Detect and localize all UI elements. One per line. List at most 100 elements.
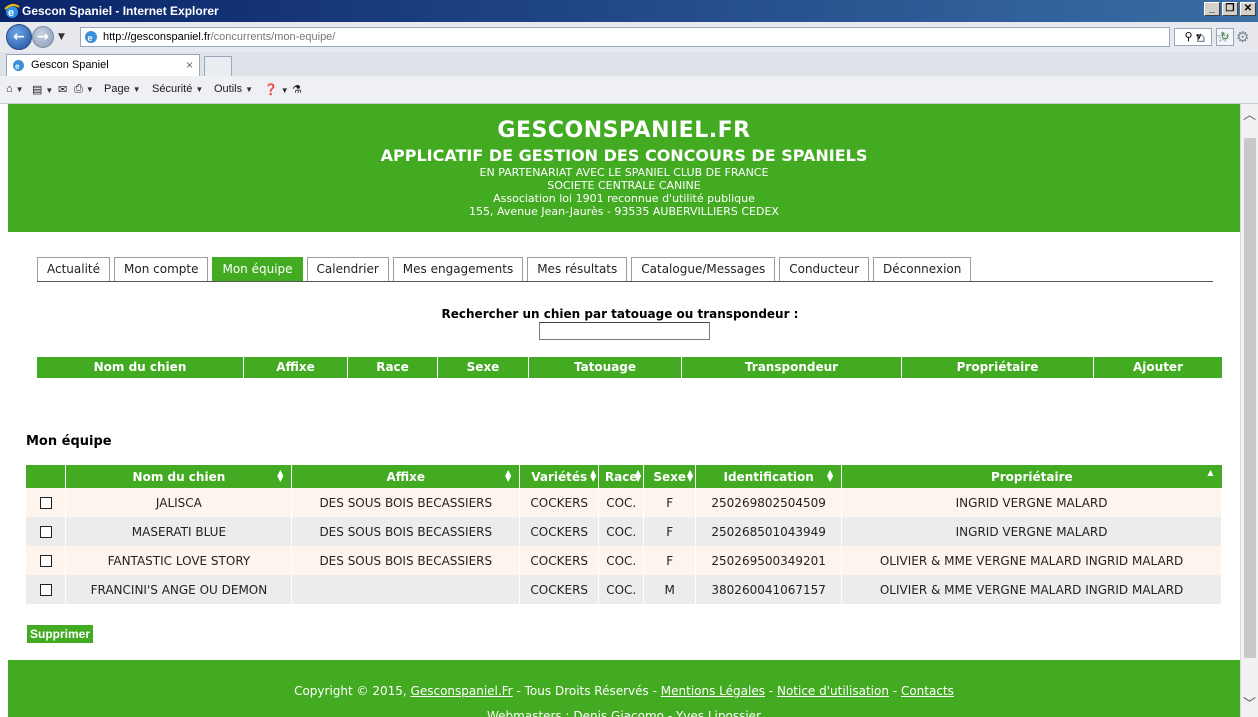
cell-proprietaire: INGRID VERGNE MALARD <box>841 488 1222 517</box>
security-menu[interactable]: Sécurité ▼ <box>152 83 203 95</box>
sort-icon: ▲ ▼ <box>590 468 597 483</box>
menu-divider <box>37 281 1213 282</box>
team-col-identification[interactable]: Identification ▲ ▼ <box>695 465 843 488</box>
team-col-varietes[interactable]: Variétés ▲ ▼ <box>519 465 600 488</box>
menu-catalogue-messages[interactable]: Catalogue/Messages <box>631 257 776 281</box>
favorites-star-icon[interactable]: ☆ <box>1216 28 1229 46</box>
team-section-title: Mon équipe <box>26 434 112 449</box>
banner-line-partner: EN PARTENARIAT AVEC LE SPANIEL CLUB DE F… <box>479 166 769 179</box>
cell-proprietaire: OLIVIER & MME VERGNE MALARD INGRID MALAR… <box>841 546 1222 575</box>
back-button[interactable]: ← <box>6 24 32 50</box>
team-col-select <box>26 465 67 488</box>
results-col-nom: Nom du chien <box>37 357 244 378</box>
cell-race: COC. <box>598 575 645 604</box>
banner-line-association: Association loi 1901 reconnue d'utilité … <box>493 192 755 205</box>
tab-label: Gescon Spaniel <box>31 59 109 71</box>
site-subtitle: APPLICATIF DE GESTION DES CONCOURS DE SP… <box>380 146 868 165</box>
team-table: Nom du chien ▲ ▼ Affixe ▲ ▼ Variétés ▲ ▼ Race ▲… <box>26 465 1222 604</box>
cell-proprietaire: INGRID VERGNE MALARD <box>841 517 1222 546</box>
menu-calendrier[interactable]: Calendrier <box>306 257 389 281</box>
delete-button[interactable]: Supprimer <box>27 625 94 643</box>
minimize-button[interactable]: _ <box>1204 2 1220 16</box>
window-title-bar: e Gescon Spaniel - Internet Explorer _ ❐… <box>0 0 1258 22</box>
row-checkbox[interactable] <box>39 497 52 509</box>
cell-affixe: DES SOUS BOIS BECASSIERS <box>291 546 521 575</box>
home-command-icon[interactable]: ⌂ ▼ <box>6 83 24 95</box>
print-icon[interactable]: ⎙ ▼ <box>74 83 94 96</box>
tab-gescon-spaniel[interactable]: e Gescon Spaniel × <box>6 54 200 76</box>
close-button[interactable]: ✕ <box>1240 2 1256 16</box>
research-icon[interactable]: ⚗ <box>292 83 302 96</box>
table-row: FRANCINI'S ANGE OU DEMON COCKERS COC. M … <box>26 575 1222 604</box>
mail-icon[interactable]: ✉ <box>58 83 67 96</box>
team-col-nom[interactable]: Nom du chien ▲ ▼ <box>65 465 293 488</box>
results-col-ajouter: Ajouter <box>1133 360 1183 374</box>
cell-proprietaire: OLIVIER & MME VERGNE MALARD INGRID MALAR… <box>841 575 1222 604</box>
cell-varietes: COCKERS <box>519 546 600 575</box>
team-col-proprietaire[interactable]: Propriétaire ▲ <box>841 465 1222 488</box>
table-row: MASERATI BLUE DES SOUS BOIS BECASSIERS C… <box>26 517 1222 546</box>
new-tab-button[interactable] <box>204 56 232 76</box>
table-row: JALISCA DES SOUS BOIS BECASSIERS COCKERS… <box>26 488 1222 517</box>
page-viewport: GESCONSPANIEL.FR APPLICATIF DE GESTION D… <box>0 104 1240 717</box>
restore-button[interactable]: ❐ <box>1222 2 1238 16</box>
search-input[interactable] <box>539 322 710 340</box>
footer-webmasters: Webmasters : Denis Giacomo - Yves Liposs… <box>487 709 761 717</box>
page-menu[interactable]: Page ▼ <box>104 83 141 95</box>
results-col-sexe: Sexe <box>438 357 529 378</box>
history-dropdown-icon[interactable]: ▼ <box>58 32 65 42</box>
footer-contacts-link[interactable]: Contacts <box>901 684 954 698</box>
menu-mon-compte[interactable]: Mon compte <box>114 257 209 281</box>
results-col-race: Race <box>348 357 438 378</box>
tab-close-icon[interactable]: × <box>186 58 193 72</box>
footer-legal-link[interactable]: Mentions Légales <box>661 684 765 698</box>
scroll-thumb[interactable] <box>1244 138 1256 658</box>
search-results-header: Nom du chien Affixe Race Sexe Tatouage T… <box>37 357 1222 378</box>
team-col-affixe[interactable]: Affixe ▲ ▼ <box>291 465 521 488</box>
banner-line-address: 155, Avenue Jean-Jaurès - 93535 AUBERVIL… <box>469 205 779 218</box>
menu-mon-equipe[interactable]: Mon équipe <box>212 257 303 281</box>
cell-identification: 250268501043949 <box>695 517 843 546</box>
search-dropdown-icon[interactable]: ⚲ ▾ <box>1174 28 1212 46</box>
settings-gear-icon[interactable]: ⚙ <box>1236 28 1249 46</box>
results-col-tatouage: Tatouage <box>529 357 682 378</box>
search-label: Rechercher un chien par tatouage ou tran… <box>441 307 799 321</box>
sort-icon: ▲ ▼ <box>277 468 284 483</box>
menu-conducteur[interactable]: Conducteur <box>779 257 870 281</box>
scroll-up-icon[interactable]: ︿ <box>1241 104 1258 136</box>
address-bar[interactable]: e http://gesconspaniel.fr/concurrents/mo… <box>80 27 1170 47</box>
menu-deconnexion[interactable]: Déconnexion <box>873 257 972 281</box>
banner-line-scc: SOCIETE CENTRALE CANINE <box>547 179 701 192</box>
vertical-scrollbar[interactable]: ︿ ﹀ <box>1240 104 1258 717</box>
team-col-race[interactable]: Race ▲ ▼ <box>598 465 645 488</box>
cell-varietes: COCKERS <box>519 488 600 517</box>
cell-nom: FANTASTIC LOVE STORY <box>65 546 293 575</box>
footer-site-link[interactable]: Gesconspaniel.Fr <box>411 684 513 698</box>
row-checkbox[interactable] <box>39 526 52 538</box>
command-bar: ⌂ ▼ ▤ ▼ ✉ ⎙ ▼ Page ▼ Sécurité ▼ Outils ▼ ❓ ▼ ⚗ <box>0 76 1258 104</box>
row-checkbox[interactable] <box>39 584 52 596</box>
forward-button[interactable]: → <box>32 26 54 48</box>
menu-actualite[interactable]: Actualité <box>37 257 111 281</box>
team-col-sexe[interactable]: Sexe ▲ ▼ <box>643 465 697 488</box>
sort-icon: ▲ ▼ <box>505 468 512 483</box>
cell-race: COC. <box>598 517 645 546</box>
home-icon[interactable]: ⌂ <box>1196 28 1206 46</box>
cell-sexe: F <box>643 488 697 517</box>
svg-text:e: e <box>8 7 14 19</box>
site-title: GESCONSPANIEL.FR <box>497 118 751 143</box>
row-checkbox[interactable] <box>39 555 52 567</box>
help-icon[interactable]: ❓ ▼ <box>264 83 289 96</box>
footer-notice-link[interactable]: Notice d'utilisation <box>777 684 889 698</box>
cell-identification: 250269500349201 <box>695 546 843 575</box>
cell-sexe: F <box>643 517 697 546</box>
menu-mes-engagements[interactable]: Mes engagements <box>392 257 524 281</box>
tools-menu[interactable]: Outils ▼ <box>214 83 253 95</box>
scroll-down-icon[interactable]: ﹀ <box>1241 685 1258 717</box>
menu-mes-resultats[interactable]: Mes résultats <box>527 257 628 281</box>
tab-page-icon: e <box>13 60 24 71</box>
cell-race: COC. <box>598 546 645 575</box>
svg-text:e: e <box>15 62 20 71</box>
team-header-row: Nom du chien ▲ ▼ Affixe ▲ ▼ Variétés ▲ ▼ Race ▲… <box>26 465 1222 488</box>
feeds-icon[interactable]: ▤ ▼ <box>32 83 53 96</box>
